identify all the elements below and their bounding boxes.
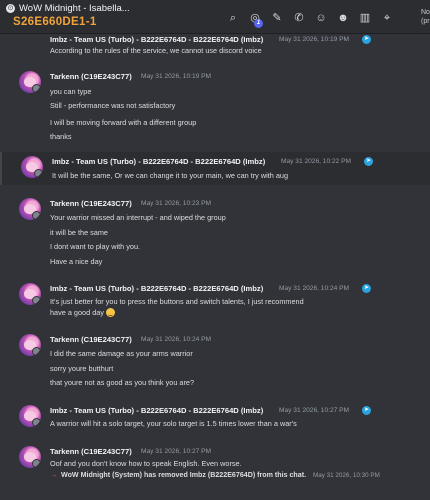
message-text: Have a nice day [50, 257, 103, 266]
avatar[interactable] [21, 156, 43, 178]
message-text: thanks [50, 132, 72, 141]
chat-message[interactable]: Imbz - Team US (Turbo) - B222E6764D - B2… [0, 279, 430, 322]
message-text: Your warrior missed an interrupt - and w… [50, 213, 226, 222]
message-text: It will be the same, Or we can change it… [52, 171, 289, 180]
status-indicator [34, 169, 43, 178]
remove-arrow-icon: → [50, 470, 58, 479]
message-text: It's just better for you to press the bu… [50, 297, 304, 306]
status-indicator [32, 418, 41, 427]
notification-icon[interactable]: ◎ 1 [248, 11, 263, 28]
author-name[interactable]: Tarkenn (C19E243C77) [50, 72, 132, 81]
telegram-icon: ➤ [362, 34, 371, 44]
timestamp: May 31 2026, 10:23 PM [141, 200, 212, 207]
message-text: that youre not as good as you think you … [50, 378, 195, 387]
timestamp: May 31 2026, 10:19 PM [279, 36, 350, 43]
telegram-icon: ➤ [364, 156, 373, 166]
author-name[interactable]: Tarkenn (C19E243C77) [50, 199, 132, 208]
smiling-face-icon [105, 308, 115, 317]
add-member-icon[interactable]: ☺ [314, 11, 328, 25]
message-text: Oof and you don't know how to speak Engl… [50, 459, 242, 468]
app-icon: ⊙ [6, 4, 15, 13]
search-icon[interactable]: ⌕ [226, 11, 240, 25]
message-text: have a good day [50, 308, 115, 317]
call-icon[interactable]: ✆ [292, 11, 306, 25]
location-icon[interactable]: ⌖ [380, 11, 394, 25]
avatar[interactable] [19, 334, 41, 356]
message-text: A warrior will hit a solo target, your s… [50, 419, 297, 428]
message-text: According to the rules of the service, w… [50, 46, 262, 55]
author-name[interactable]: Tarkenn (C19E243C77) [50, 447, 132, 456]
chat-message[interactable]: Imbz - Team US (Turbo) - B222E6764D - B2… [0, 401, 430, 434]
author-name[interactable]: Imbz - Team US (Turbo) - B222E6764D - B2… [50, 35, 263, 44]
pin-icon[interactable]: ✎ [270, 11, 284, 25]
telegram-icon: ➤ [362, 283, 371, 293]
timestamp: May 31 2026, 10:27 PM [279, 407, 350, 414]
chat-message[interactable]: Tarkenn (C19E243C77) May 31 2026, 10:23 P… [0, 193, 430, 271]
channel-code[interactable]: S26E660DE1-1 [13, 16, 97, 28]
chat-message[interactable]: Imbz - Team US (Turbo) - B222E6764D - B2… [0, 152, 430, 185]
system-message-text: WoW Midnight (System) has removed Imbz (… [61, 471, 307, 479]
message-text: you can type [50, 87, 92, 96]
chat-message[interactable]: Tarkenn (C19E243C77) May 31 2026, 10:19 P… [0, 66, 430, 144]
status-indicator [32, 296, 41, 305]
status-indicator [32, 211, 41, 220]
notification-badge: 1 [254, 19, 263, 28]
timestamp: May 31 2026, 10:22 PM [281, 158, 352, 165]
system-timestamp: May 31 2026, 10:30 PM [313, 472, 380, 479]
status-indicator [32, 84, 41, 93]
status-indicator [32, 347, 41, 356]
right-edge-text: No (pr [421, 9, 430, 25]
title-bar: ⊙ WoW Midnight - Isabella... S26E660DE1-… [0, 0, 430, 34]
message-text: it will be the same [50, 228, 108, 237]
message-text: Still - performance was not satisfactory [50, 101, 176, 110]
author-name[interactable]: Tarkenn (C19E243C77) [50, 335, 132, 344]
timestamp: May 31 2026, 10:24 PM [279, 285, 350, 292]
author-name[interactable]: Imbz - Team US (Turbo) - B222E6764D - B2… [50, 284, 263, 293]
author-name[interactable]: Imbz - Team US (Turbo) - B222E6764D - B2… [50, 406, 263, 415]
message-text: I dont want to play with you. [50, 242, 141, 251]
message-text: I will be moving forward with a differen… [50, 118, 197, 127]
system-message: → WoW Midnight (System) has removed Imbz … [0, 470, 430, 484]
timestamp: May 31 2026, 10:27 PM [141, 448, 212, 455]
avatar[interactable] [19, 405, 41, 427]
author-name[interactable]: Imbz - Team US (Turbo) - B222E6764D - B2… [52, 157, 265, 166]
timestamp: May 31 2026, 10:24 PM [141, 336, 212, 343]
book-icon[interactable]: ▥ [358, 11, 372, 25]
timestamp: May 31 2026, 10:19 PM [141, 73, 212, 80]
avatar[interactable] [19, 71, 41, 93]
telegram-icon: ➤ [362, 405, 371, 415]
message-text: I did the same damage as your arms warri… [50, 349, 193, 358]
avatar[interactable] [19, 446, 41, 468]
avatar[interactable] [19, 198, 41, 220]
avatar[interactable] [19, 283, 41, 305]
chat-message[interactable]: Tarkenn (C19E243C77) May 31 2026, 10:24 P… [0, 330, 430, 393]
message-text: sorry youre butthurt [50, 364, 114, 373]
chat-message[interactable]: Imbz - Team US (Turbo) - B222E6764D - B2… [0, 30, 430, 58]
status-indicator [32, 459, 41, 468]
members-icon[interactable]: ☻ [336, 11, 350, 25]
window-title: WoW Midnight - Isabella... [19, 3, 130, 14]
